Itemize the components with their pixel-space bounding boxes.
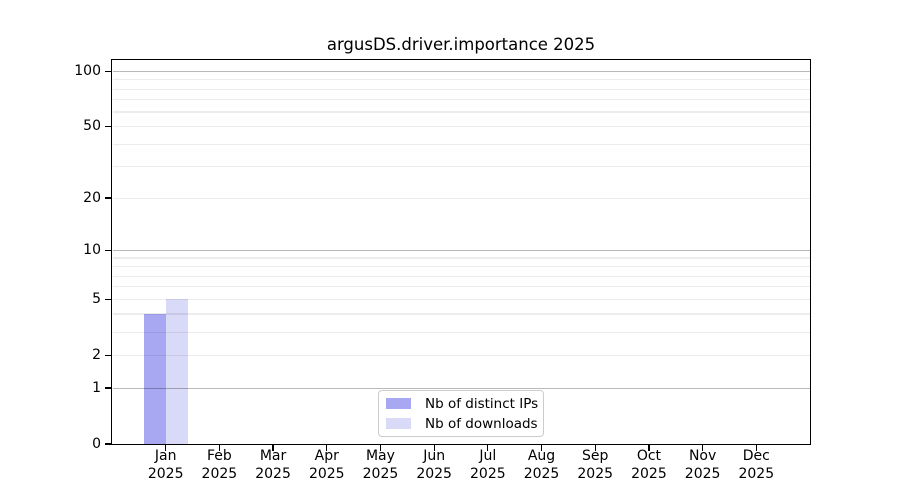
y-axis-tick (105, 71, 112, 72)
minor-gridline (113, 299, 810, 300)
y-axis-tick-label: 5 (0, 291, 101, 308)
y-axis-tick-label: 50 (0, 118, 101, 135)
minor-gridline (113, 286, 810, 287)
minor-gridline (113, 313, 810, 314)
minor-gridline (113, 266, 810, 267)
minor-gridline (113, 126, 810, 127)
major-gridline (113, 71, 810, 72)
minor-gridline (113, 257, 810, 258)
y-axis-tick (105, 197, 112, 198)
y-axis-tick-label: 2 (0, 347, 101, 364)
minor-gridline (113, 332, 810, 333)
y-axis-tick (105, 250, 112, 251)
y-axis-tick-label: 0 (0, 436, 101, 453)
minor-gridline (113, 355, 810, 356)
minor-gridline (113, 144, 810, 145)
legend-item-downloads: Nb of downloads (386, 415, 537, 433)
chart-figure: argusDS.driver.importance 2025 012510205… (0, 0, 900, 500)
y-axis-tick (105, 443, 112, 444)
x-axis-tick-label: Dec 2025 (724, 448, 788, 483)
y-axis-tick-label: 100 (0, 63, 101, 80)
y-axis-tick (105, 126, 112, 127)
y-axis-tick (105, 299, 112, 300)
minor-gridline (113, 79, 810, 80)
legend-label-distinct-ips: Nb of distinct IPs (425, 395, 538, 413)
major-gridline (113, 388, 810, 389)
y-axis-tick (105, 387, 112, 388)
y-axis-tick-label: 20 (0, 190, 101, 207)
legend-label-downloads: Nb of downloads (425, 415, 538, 433)
legend: Nb of distinct IPs Nb of downloads (378, 390, 544, 437)
y-axis-tick-label: 10 (0, 242, 101, 259)
major-gridline (113, 250, 810, 251)
minor-gridline (113, 198, 810, 199)
minor-gridline (113, 111, 810, 112)
legend-swatch-distinct-ips (386, 398, 411, 409)
legend-item-distinct-ips: Nb of distinct IPs (386, 395, 537, 413)
y-axis-tick (105, 355, 112, 356)
minor-gridline (113, 89, 810, 90)
bar-distinct-ips (144, 314, 166, 444)
y-axis-tick-label: 1 (0, 380, 101, 397)
legend-swatch-downloads (386, 418, 411, 429)
minor-gridline (113, 276, 810, 277)
minor-gridline (113, 166, 810, 167)
bar-downloads (166, 299, 188, 444)
minor-gridline (113, 99, 810, 100)
